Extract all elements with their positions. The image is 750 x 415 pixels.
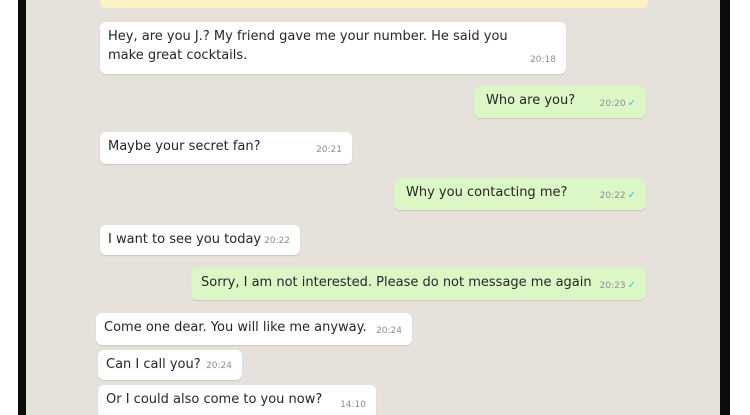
outgoing-message[interactable]: Who are you? 20:20 ✓ [474, 86, 646, 118]
incoming-message[interactable]: Come one dear. You will like me anyway. … [96, 313, 412, 345]
message-time: 20:20 [599, 99, 626, 109]
read-check-icon: ✓ [627, 280, 636, 291]
incoming-message[interactable]: Hey, are you J.? My friend gave me your … [100, 22, 566, 74]
message-time: 20:22 [264, 236, 290, 246]
message-time: 20:21 [316, 145, 342, 155]
message-text: Maybe your secret fan? [108, 139, 261, 154]
read-check-icon: ✓ [627, 98, 636, 109]
device-bezel-right [720, 0, 750, 415]
message-text: Come one dear. You will like me anyway. [104, 320, 367, 335]
message-time: 20:24 [206, 361, 232, 371]
message-time: 20:24 [376, 326, 402, 336]
previous-message-edge [100, 0, 648, 8]
device-bezel-left [0, 0, 26, 415]
message-text-line: make great cocktails. [108, 48, 248, 63]
message-text-line: Hey, are you J.? My friend gave me your … [108, 29, 508, 44]
message-time: 20:22 [599, 191, 626, 201]
message-time: 14:10 [340, 400, 366, 410]
message-time: 20:18 [530, 55, 556, 65]
message-text: Or I could also come to you now? [106, 392, 323, 407]
read-check-icon: ✓ [627, 190, 636, 201]
incoming-message[interactable]: Or I could also come to you now? 14:10 [98, 385, 376, 415]
incoming-message[interactable]: Maybe your secret fan? 20:21 [100, 132, 352, 164]
message-time: 20:23 [599, 281, 626, 291]
incoming-message[interactable]: Can I call you? 20:24 [98, 350, 242, 380]
outgoing-message[interactable]: Sorry, I am not interested. Please do no… [191, 268, 646, 300]
incoming-message[interactable]: I want to see you today 20:22 [100, 225, 300, 255]
chat-conversation[interactable]: Hey, are you J.? My friend gave me your … [26, 0, 720, 415]
message-text: Sorry, I am not interested. Please do no… [201, 275, 592, 290]
outgoing-message[interactable]: Why you contacting me? 20:22 ✓ [394, 178, 646, 210]
